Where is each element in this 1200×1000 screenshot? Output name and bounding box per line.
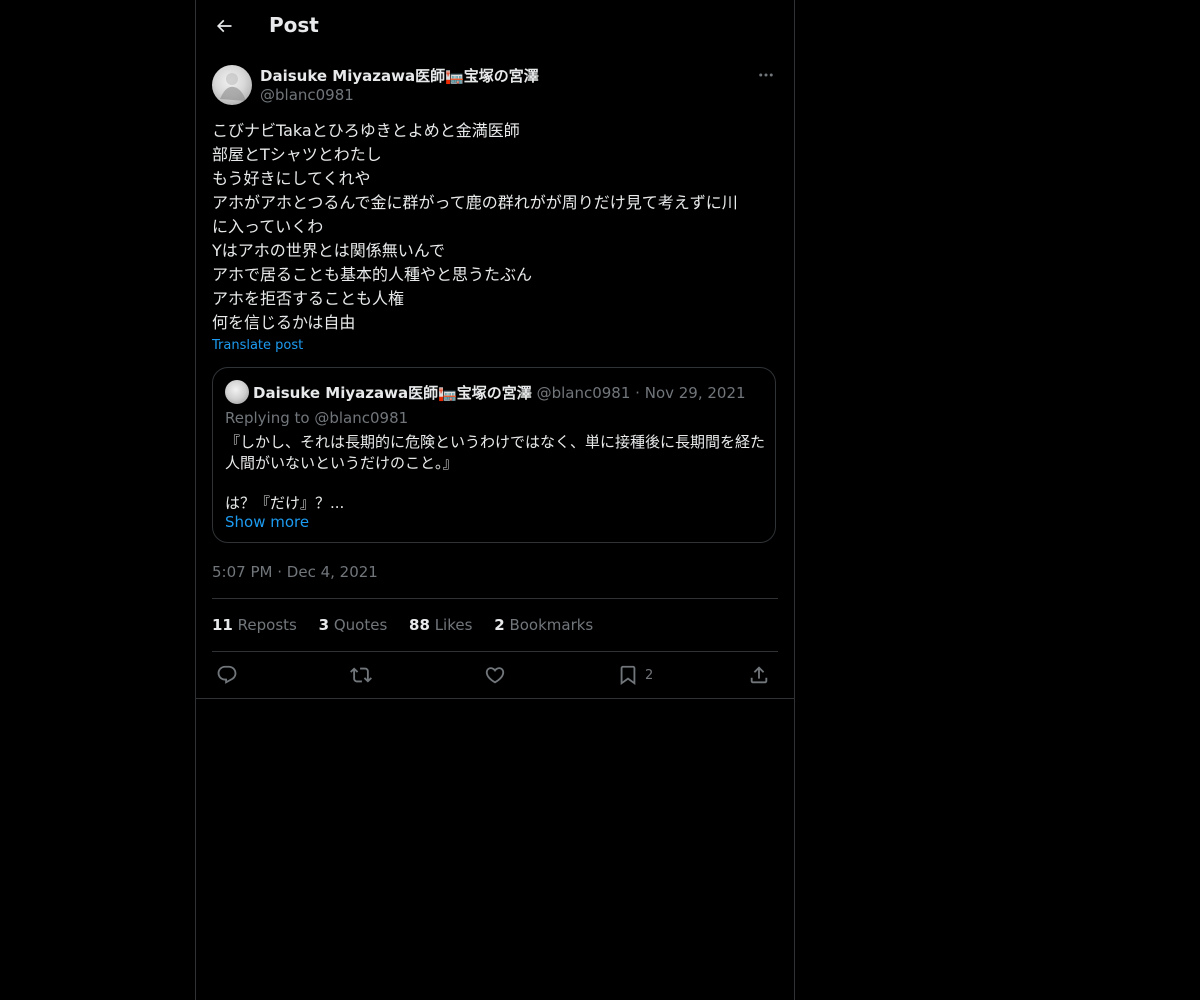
- post-bottom-border: [196, 698, 794, 699]
- more-icon: [759, 73, 773, 77]
- bookmark-button[interactable]: 2: [617, 662, 653, 688]
- post-text: こびナビTakaとひろゆきとよめと金満医師 部屋とTシャツとわたし もう好きにし…: [212, 119, 778, 335]
- bookmark-count: 2: [645, 667, 654, 683]
- quote-header: Daisuke Miyazawa医師🏣宝塚の宮澤 @blanc0981 · No…: [253, 382, 746, 403]
- header: Post: [196, 0, 794, 53]
- post-line: Yはアホの世界とは関係無いんで: [212, 241, 445, 260]
- divider: [212, 598, 778, 599]
- post-timestamp[interactable]: 5:07 PM · Dec 4, 2021: [212, 563, 378, 581]
- quote-date: Nov 29, 2021: [644, 384, 746, 402]
- post-date: Dec 4, 2021: [286, 563, 378, 581]
- quote-body-continued: は？『だけ』？...: [225, 494, 345, 512]
- post-line: アホを拒否することも人権: [212, 289, 405, 308]
- likes-stat[interactable]: 88 Likes: [409, 616, 472, 634]
- bookmarks-stat[interactable]: 2 Bookmarks: [494, 616, 593, 634]
- post-time: 5:07 PM: [212, 563, 273, 581]
- post-line: アホがアホとつるんで金に群がって鹿の群れがが周りだけ見て考えずに川: [212, 193, 738, 212]
- more-options-button[interactable]: [754, 65, 778, 85]
- translate-post-link[interactable]: Translate post: [212, 338, 303, 353]
- bookmark-icon: [620, 665, 636, 686]
- quoted-post[interactable]: Daisuke Miyazawa医師🏣宝塚の宮澤 @blanc0981 · No…: [212, 367, 776, 543]
- quotes-count: 3: [318, 616, 330, 634]
- likes-label: Likes: [434, 616, 473, 634]
- repost-button[interactable]: [350, 662, 372, 688]
- main-column: Post Daisuke Miyazawa医師🏣宝塚の宮澤 @blanc0981…: [195, 0, 795, 1000]
- post-line: こびナビTakaとひろゆきとよめと金満医師: [212, 121, 520, 140]
- heart-icon: [485, 667, 505, 684]
- post-line: に入っていくわ: [212, 217, 324, 236]
- quote-replying-to: Replying to @blanc0981: [225, 409, 408, 427]
- avatar[interactable]: [212, 65, 252, 105]
- arrow-left-icon: [216, 19, 232, 33]
- page-title: Post: [269, 13, 319, 37]
- author-handle[interactable]: @blanc0981: [260, 86, 354, 104]
- quote-body: 『しかし、それは長期的に危険というわけではなく、単に接種後に長期間を経た人間がい…: [225, 433, 766, 472]
- post-line: 何を信じるかは自由: [212, 313, 356, 332]
- post-stats: 11 Reposts 3 Quotes 88 Likes 2 Bookmarks: [212, 616, 610, 634]
- show-more-link[interactable]: Show more: [225, 513, 309, 531]
- share-icon: [750, 666, 768, 684]
- share-button[interactable]: [748, 662, 770, 688]
- likes-count: 88: [409, 616, 430, 634]
- action-bar: 2: [212, 662, 778, 692]
- replying-mention[interactable]: @blanc0981: [314, 409, 408, 427]
- quote-avatar: [225, 380, 249, 404]
- replying-prefix: Replying to: [225, 409, 315, 427]
- like-button[interactable]: [484, 662, 506, 688]
- quotes-label: Quotes: [333, 616, 388, 634]
- timestamp-separator: ·: [277, 563, 283, 581]
- reposts-stat[interactable]: 11 Reposts: [212, 616, 297, 634]
- repost-icon: [350, 667, 372, 683]
- quote-author-handle: @blanc0981: [536, 384, 631, 402]
- post-line: アホで居ることも基本的人種やと思うたぶん: [212, 265, 533, 284]
- divider: [212, 651, 778, 652]
- quotes-stat[interactable]: 3 Quotes: [319, 616, 388, 634]
- bookmarks-label: Bookmarks: [509, 616, 594, 634]
- quote-separator: ·: [635, 384, 640, 402]
- author-name[interactable]: Daisuke Miyazawa医師🏣宝塚の宮澤: [260, 65, 539, 86]
- reply-icon: [217, 665, 237, 684]
- reposts-count: 11: [212, 616, 233, 634]
- avatar-image: [220, 73, 246, 101]
- post-line: もう好きにしてくれや: [212, 169, 371, 188]
- post-line: 部屋とTシャツとわたし: [212, 145, 382, 164]
- quote-author-name: Daisuke Miyazawa医師🏣宝塚の宮澤: [253, 384, 532, 402]
- reply-button[interactable]: [216, 662, 238, 688]
- reposts-label: Reposts: [237, 616, 297, 634]
- back-button[interactable]: [208, 10, 240, 42]
- bookmarks-count: 2: [494, 616, 505, 634]
